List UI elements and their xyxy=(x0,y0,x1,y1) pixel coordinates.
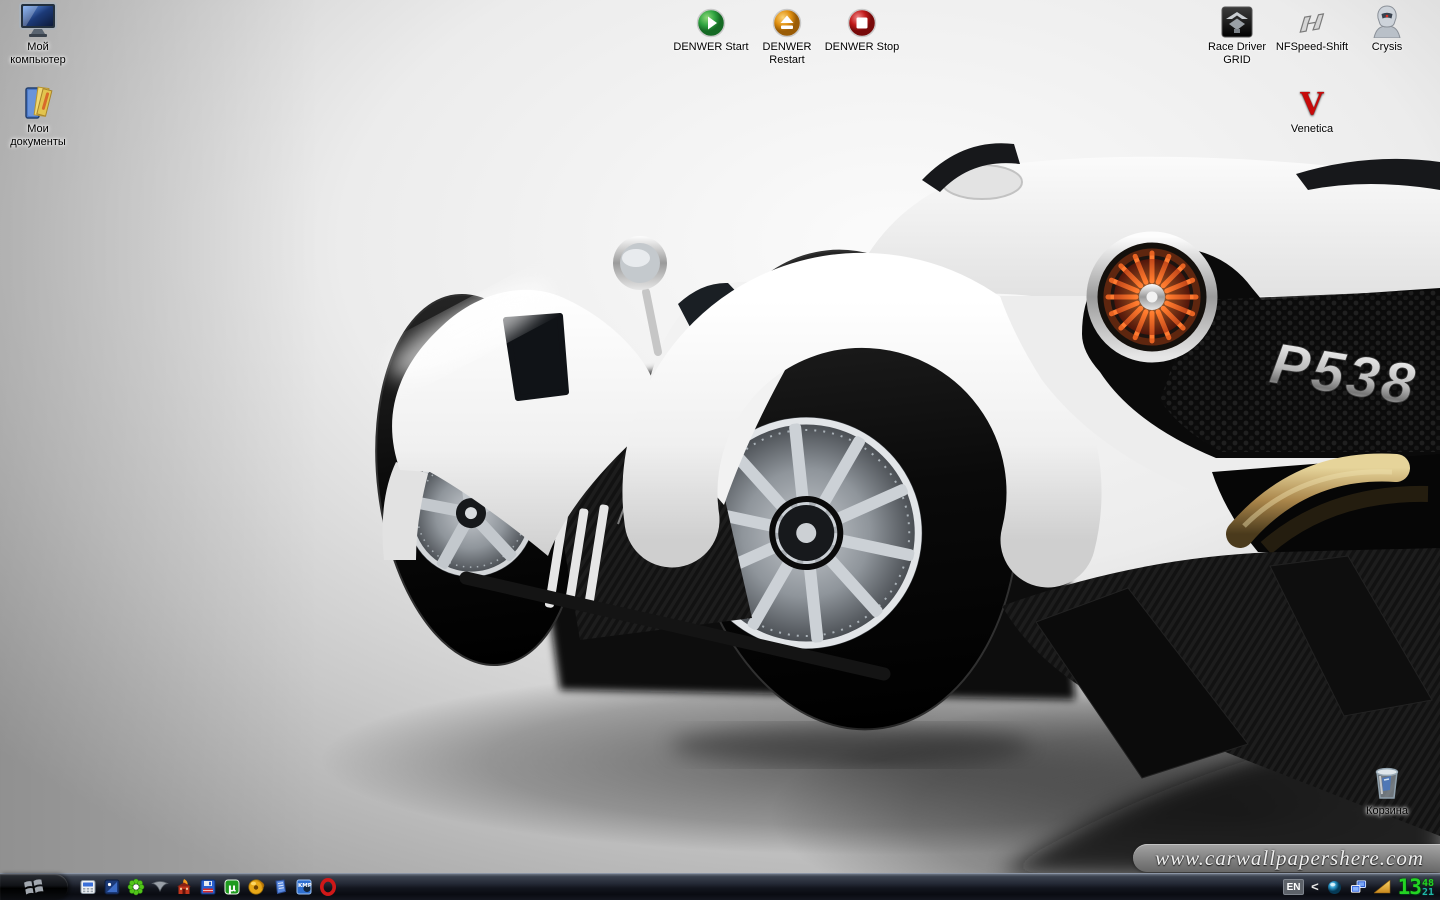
language-indicator[interactable]: EN xyxy=(1283,879,1304,895)
quicklaunch-icq-icon[interactable] xyxy=(126,878,145,897)
my-computer-icon xyxy=(0,2,76,38)
quicklaunch-media-player-icon[interactable] xyxy=(102,878,121,897)
desktop-icon-nfspeed-shift[interactable]: NFSpeed-Shift xyxy=(1272,2,1352,54)
tray-volume-triangle-icon[interactable] xyxy=(1374,879,1391,895)
taskbar: µ KMP xyxy=(0,873,1440,900)
quicklaunch-kmplayer-icon[interactable]: KMP xyxy=(294,878,313,897)
denwer-restart-icon xyxy=(749,2,825,38)
quicklaunch-phone-icon[interactable] xyxy=(78,878,97,897)
desktop-icon-my-computer[interactable]: Мой компьютер xyxy=(0,2,76,67)
desktop-icon-crysis[interactable]: Crysis xyxy=(1347,2,1427,54)
desktop-icon-denwer-restart[interactable]: DENWER Restart xyxy=(749,2,825,67)
icon-label: Мой компьютер xyxy=(0,41,76,67)
desktop-icon-race-driver-grid[interactable]: Race Driver GRID xyxy=(1197,2,1277,67)
crysis-icon xyxy=(1347,2,1427,38)
icon-label: DENWER Start xyxy=(673,41,749,54)
windows-flag-icon xyxy=(23,878,45,896)
icon-label: Crysis xyxy=(1347,41,1427,54)
desktop-icon-my-documents[interactable]: Мои документы xyxy=(0,84,76,149)
tray-collapse-chevron[interactable]: < xyxy=(1311,879,1319,895)
desktop-icon-denwer-stop[interactable]: DENWER Stop xyxy=(824,2,900,54)
system-tray: EN < xyxy=(1283,875,1440,899)
taskbar-clock[interactable]: 13 48 21 xyxy=(1398,875,1434,899)
desktop-icon-denwer-start[interactable]: DENWER Start xyxy=(673,2,749,54)
clock-seconds: 21 xyxy=(1422,888,1434,897)
icon-label: Venetica xyxy=(1272,123,1352,136)
start-button[interactable] xyxy=(0,874,68,900)
quicklaunch-utorrent-icon[interactable]: µ xyxy=(222,878,241,897)
venetica-icon: V xyxy=(1272,84,1352,120)
tray-orb-icon[interactable] xyxy=(1326,879,1343,895)
svg-text:µ: µ xyxy=(227,882,235,895)
icon-label: DENWER Stop xyxy=(824,41,900,54)
quicklaunch-download-manager-icon[interactable] xyxy=(174,878,193,897)
svg-text:KMP: KMP xyxy=(298,883,312,889)
watermark-text: www.carwallpapershere.com xyxy=(1155,846,1424,871)
quicklaunch-documents-icon[interactable] xyxy=(270,878,289,897)
clock-hours: 13 xyxy=(1398,875,1421,899)
quicklaunch-wings-icon[interactable] xyxy=(150,878,169,897)
icon-label: DENWER Restart xyxy=(749,41,825,67)
wallpaper-svg: P538 xyxy=(0,0,1440,873)
denwer-stop-icon xyxy=(824,2,900,38)
quick-launch-bar: µ KMP xyxy=(78,878,337,897)
icon-label: Мои документы xyxy=(0,123,76,149)
denwer-start-icon xyxy=(673,2,749,38)
icon-label: NFSpeed-Shift xyxy=(1272,41,1352,54)
wallpaper-car-image: P538 xyxy=(0,0,1440,873)
quicklaunch-floppy-icon[interactable] xyxy=(198,878,217,897)
desktop-icon-recycle-bin[interactable]: Корзина xyxy=(1347,766,1427,818)
desktop-screen: P538 xyxy=(0,0,1440,900)
quicklaunch-opera-icon[interactable] xyxy=(318,878,337,897)
car-exhaust xyxy=(1212,454,1440,560)
my-documents-icon xyxy=(0,84,76,120)
quicklaunch-amber-orb-icon[interactable] xyxy=(246,878,265,897)
icon-label: Race Driver GRID xyxy=(1197,41,1277,67)
icon-label: Корзина xyxy=(1347,805,1427,818)
tray-network-icon[interactable] xyxy=(1350,879,1367,895)
race-driver-grid-icon xyxy=(1197,2,1277,38)
nfspeed-shift-icon xyxy=(1272,2,1352,38)
wallpaper-watermark: www.carwallpapershere.com xyxy=(1133,844,1440,872)
recycle-bin-icon xyxy=(1347,766,1427,802)
car-tail-light xyxy=(1087,232,1217,362)
desktop-icon-venetica[interactable]: V Venetica xyxy=(1272,84,1352,136)
